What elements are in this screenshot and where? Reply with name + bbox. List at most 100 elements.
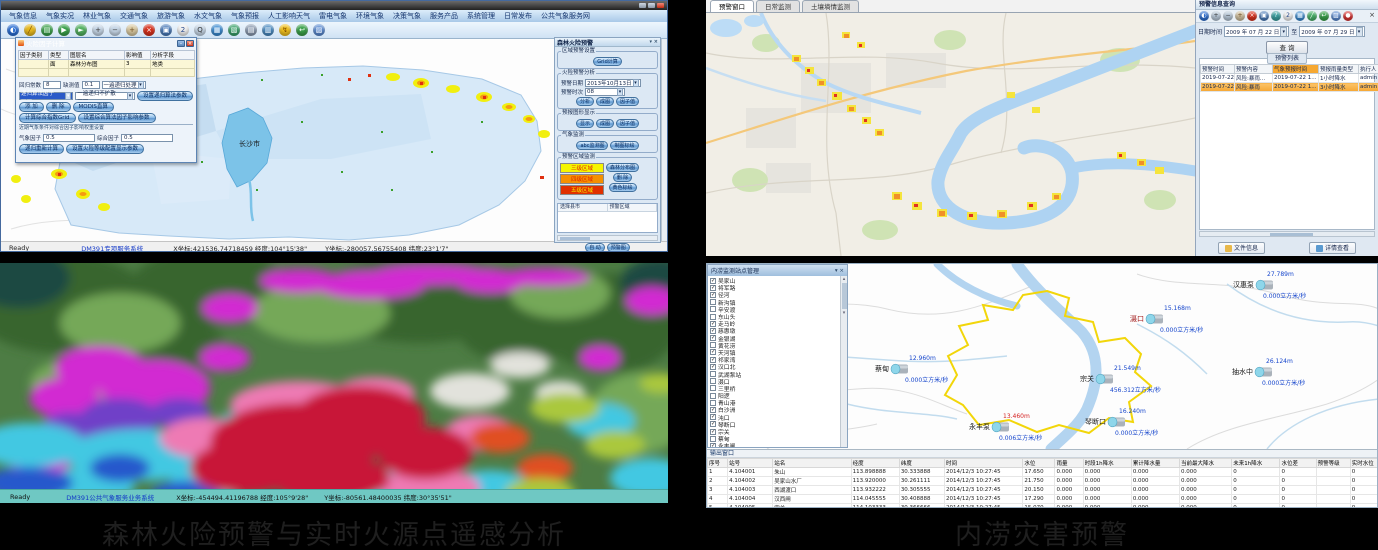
chevron-down-icon[interactable]: ▾ (127, 92, 133, 100)
checkbox-icon[interactable] (710, 285, 716, 291)
checkbox-icon[interactable] (710, 321, 716, 327)
stop-icon[interactable]: × (1247, 11, 1257, 21)
chevron-down-icon[interactable]: ▾ (138, 81, 144, 89)
v-scrollbar[interactable]: ▴▾ (840, 276, 847, 447)
search-icon[interactable]: Q (194, 24, 206, 36)
delete-button[interactable]: 删 除 (613, 173, 633, 182)
forest-map-button[interactable]: 森林分布图 (606, 163, 639, 172)
menu-item[interactable]: 气象实况 (46, 11, 74, 21)
warn-date-select[interactable]: 2013年10月13日▾ (585, 79, 641, 87)
pan-icon[interactable]: + (126, 24, 138, 36)
render-button[interactable]: 成图 (596, 119, 614, 128)
station-map[interactable]: 27.789m 汉惠泵 0.000立方米/秒 15.168m 滠口 0.000立… (707, 264, 1378, 449)
globe-icon[interactable]: ◐ (1199, 11, 1209, 21)
close-icon[interactable]: × (839, 268, 844, 274)
table-row[interactable]: 2019-07-22 1...风险:暴雨... 2019-07-22 1...1… (1201, 74, 1378, 83)
recalc-button[interactable]: 递归重新计算 (19, 144, 64, 154)
col-header[interactable]: 预警区域 (608, 204, 658, 211)
col-header[interactable]: 当前最大降水 (1180, 459, 1232, 468)
menu-item[interactable]: 日常发布 (504, 11, 532, 21)
close-icon[interactable]: × (654, 39, 658, 45)
col-header[interactable]: 时间 (945, 459, 1023, 468)
chevron-down-icon[interactable]: ▾ (1356, 27, 1363, 37)
menu-item[interactable]: 雷电气象 (319, 11, 347, 21)
checkbox-icon[interactable] (710, 299, 716, 305)
panel-titlebar[interactable]: 森林火险预警 ▾ × (555, 38, 660, 47)
col-header[interactable]: 序号 (708, 459, 728, 468)
warn-time-select[interactable]: 08▾ (585, 88, 625, 96)
checkbox-icon[interactable] (710, 364, 716, 370)
checkbox-icon[interactable] (710, 414, 716, 420)
col-header[interactable]: 实时水位 (1350, 459, 1378, 468)
zoom-out-icon[interactable]: − (109, 24, 121, 36)
output-title[interactable]: 输出窗口 (707, 450, 1378, 458)
station-qinduankou[interactable]: 16.240m 琴断口 0.000立方米/秒 (1085, 408, 1205, 437)
menu-item[interactable]: 水文气象 (194, 11, 222, 21)
menu-item[interactable]: 气象信息 (9, 11, 37, 21)
checkbox-icon[interactable] (710, 342, 716, 348)
measure-icon[interactable]: ╱ (24, 24, 36, 36)
col-header[interactable]: 影响值 (125, 51, 151, 60)
checkbox-icon[interactable] (710, 400, 716, 406)
col-header[interactable]: 雨量 (1055, 459, 1083, 468)
grid-calc-button[interactable]: Grid计算 (593, 57, 622, 66)
table-row[interactable]: 44.104004汉西闸114.04555530.408888 2014/12/… (708, 495, 1378, 504)
weather-factor-input[interactable]: 0.5 (43, 134, 95, 142)
checkbox-icon[interactable] (710, 292, 716, 298)
minimize-icon[interactable] (639, 3, 646, 8)
h-scrollbar[interactable] (1199, 231, 1375, 237)
export-icon[interactable]: ▥ (262, 24, 274, 36)
close-icon[interactable] (657, 3, 664, 8)
pan-icon[interactable]: + (1235, 11, 1245, 21)
zoom-in-icon[interactable]: + (1211, 11, 1221, 21)
window-titlebar[interactable] (1, 1, 667, 10)
menu-item[interactable]: 人工影响天气 (268, 11, 310, 21)
col-header[interactable]: 执行人 (1359, 65, 1378, 74)
map-edit-icon[interactable]: ▧ (228, 24, 240, 36)
station-yongfengbeng[interactable]: 13.460m 永丰泵 0.006立方米/秒 (969, 413, 1089, 442)
edit-icon[interactable]: ╱ (1307, 11, 1317, 21)
menu-item[interactable]: 系统管理 (467, 11, 495, 21)
show-button[interactable]: 显示 (576, 119, 594, 128)
col-header[interactable]: 未来1h降水 (1232, 459, 1280, 468)
station-zongguan[interactable]: 21.549m 宗关 456.312立方米/秒 (1080, 365, 1200, 394)
reg-input[interactable]: 8 (43, 81, 61, 89)
col-header[interactable]: 经度 (851, 459, 899, 468)
abc-monitor-button[interactable]: abc监测图 (576, 141, 608, 150)
date-to-picker[interactable]: 2009 年 07 月 29 日▾ (1299, 26, 1364, 37)
county-list[interactable]: 选择县市 预警区域 (557, 203, 658, 233)
col-header[interactable]: 纬度 (899, 459, 944, 468)
col-header[interactable]: 预警等级 (1316, 459, 1350, 468)
algo-select[interactable]: 递归算法因子——▾ (19, 92, 73, 100)
yellow-plot-button[interactable]: 黄色标绘 (609, 183, 637, 192)
checkbox-icon[interactable] (710, 385, 716, 391)
stop-icon[interactable]: × (143, 24, 155, 36)
file-info-button[interactable]: 文件信息 (1218, 242, 1265, 254)
col-header[interactable]: 累计降水量 (1131, 459, 1179, 468)
page2-icon[interactable]: 2 (1283, 11, 1293, 21)
checkbox-icon[interactable] (710, 349, 716, 355)
dialog-close-icon[interactable]: × (186, 40, 194, 47)
station-caidian[interactable]: 12.960m 蔡甸 0.000立方米/秒 (875, 355, 995, 384)
checkbox-icon[interactable] (710, 407, 716, 413)
checkbox-icon[interactable] (710, 421, 716, 427)
col-header[interactable]: 站号 (728, 459, 773, 468)
tab-warning-window[interactable]: 预警窗口 (710, 0, 754, 12)
h-scrollbar[interactable] (557, 235, 658, 241)
chevron-down-icon[interactable]: ▾ (1280, 27, 1287, 37)
table-row[interactable]: 54.104005宗关114.10333330.366666 2014/12/3… (708, 504, 1378, 509)
checkbox-icon[interactable] (710, 357, 716, 363)
calc-grid-button[interactable]: 计算综合指数Grid (19, 113, 76, 123)
delete-button[interactable]: 删 除 (46, 102, 71, 112)
table-row[interactable]: 14.104001朱山113.89888830.333888 2014/12/3… (708, 468, 1378, 477)
checkbox-icon[interactable] (710, 328, 716, 334)
layer-item[interactable]: 永丰闸 (710, 442, 838, 447)
col-header[interactable]: 站名 (773, 459, 851, 468)
render-button[interactable]: 成图 (596, 97, 614, 106)
zoom-in-icon[interactable]: + (92, 24, 104, 36)
checkbox-icon[interactable] (710, 429, 716, 435)
date-from-picker[interactable]: 2009 年 07 月 22 日▾ (1224, 26, 1289, 37)
menu-item[interactable]: 服务产品 (430, 11, 458, 21)
level-config-button[interactable]: 设置火险等级配置显示参数 (66, 144, 144, 154)
col-header[interactable]: 预警内容 (1235, 65, 1273, 74)
